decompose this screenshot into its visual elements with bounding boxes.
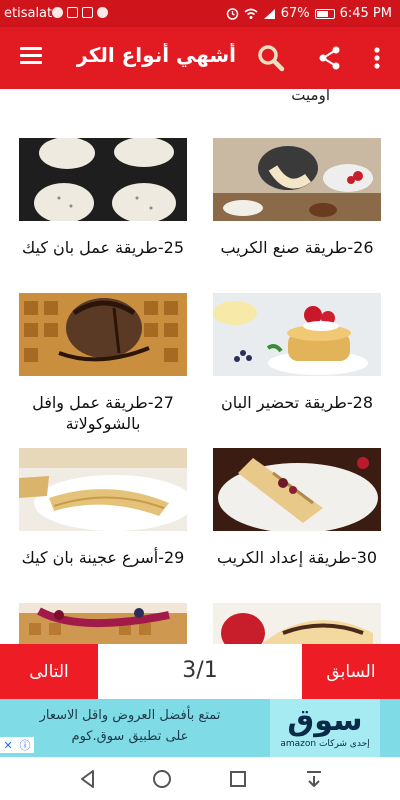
recipe-card-label: 28-طريقة تحضير البان bbox=[220, 393, 374, 412]
recipe-card-partial-left[interactable] bbox=[19, 603, 187, 644]
battery-percent: 67% bbox=[280, 6, 310, 21]
recipe-list: أوميت 26-طريقة صنع الكريب 25-طريقة عمل ب… bbox=[0, 89, 400, 644]
alarm-icon bbox=[226, 8, 238, 20]
ad-text: تمتع بأفضل العروض واقل الاسعار على تطبيق… bbox=[30, 705, 230, 747]
app-bar: أشهي أنواع الكري... bbox=[0, 27, 400, 89]
recipe-card-partial-right[interactable] bbox=[213, 603, 381, 644]
recipe-card-30[interactable]: 30-طريقة إعداد الكريب bbox=[213, 448, 381, 568]
previous-button[interactable]: السابق bbox=[302, 644, 400, 699]
signal-icon bbox=[263, 8, 275, 19]
image-notification-icon bbox=[67, 7, 78, 18]
more-vert-icon[interactable] bbox=[362, 43, 392, 73]
home-icon[interactable] bbox=[150, 767, 174, 791]
status-bar: etisalat 67% 6:45 PM bbox=[0, 0, 400, 27]
wifi-icon bbox=[244, 8, 258, 19]
menu-icon[interactable] bbox=[20, 47, 42, 65]
folded-crepes-photo bbox=[19, 448, 187, 531]
carrier-name: etisalat bbox=[4, 6, 53, 21]
status-indicators: 67% 6:45 PM bbox=[226, 6, 392, 21]
crepe-roll-photo bbox=[213, 448, 381, 531]
recipe-card-label: 26-طريقة صنع الكريب bbox=[220, 238, 374, 257]
ad-info-icon[interactable]: ⓘ bbox=[20, 737, 31, 753]
recipe-card-label: 25-طريقة عمل بان كيك bbox=[22, 238, 184, 257]
ad-brand-sub: إحدى شركات amazon bbox=[280, 739, 370, 749]
recipe-card-27[interactable]: 27-طريقة عمل وافل بالشوكولاتة bbox=[19, 293, 187, 434]
back-icon[interactable] bbox=[76, 767, 100, 791]
notification-icon[interactable] bbox=[302, 767, 326, 791]
clock: 6:45 PM bbox=[339, 6, 392, 21]
crepe-plate-photo bbox=[213, 603, 381, 644]
battery-icon bbox=[314, 8, 335, 19]
recipe-card-label: 30-طريقة إعداد الكريب bbox=[216, 548, 378, 567]
ad-banner[interactable]: تمتع بأفضل العروض واقل الاسعار على تطبيق… bbox=[0, 699, 400, 757]
ad-text-line1: تمتع بأفضل العروض واقل الاسعار bbox=[39, 708, 221, 723]
app-notification-icon bbox=[52, 7, 63, 18]
recipe-card-label: 29-أسرع عجينة بان كيك bbox=[21, 548, 185, 567]
waffle-berries-photo bbox=[19, 603, 187, 644]
pager: التالى 3/1 السابق bbox=[0, 644, 400, 699]
pancake-stack-berries-photo bbox=[213, 293, 381, 376]
ad-brand-logo: سوق إحدى شركات amazon bbox=[270, 699, 380, 757]
ad-close-icon[interactable]: ✕ bbox=[3, 739, 12, 752]
recipe-card-29[interactable]: 29-أسرع عجينة بان كيك bbox=[19, 448, 187, 568]
recents-icon[interactable] bbox=[226, 767, 250, 791]
ad-brand-name: سوق bbox=[287, 703, 363, 738]
previous-item-label: أوميت bbox=[291, 89, 330, 104]
next-button[interactable]: التالى bbox=[0, 644, 98, 699]
recipe-card-label: 27-طريقة عمل وافل بالشوكولاتة bbox=[32, 393, 174, 433]
page-title: أشهي أنواع الكري... bbox=[76, 43, 236, 67]
notification-icons bbox=[52, 7, 108, 18]
page-indicator: 3/1 bbox=[182, 658, 218, 683]
ad-text-line2: على تطبيق سوق.كوم bbox=[71, 729, 189, 744]
search-icon[interactable] bbox=[256, 43, 286, 73]
pancakes-griddle-photo bbox=[19, 138, 187, 221]
system-nav-bar bbox=[0, 757, 400, 800]
recipe-card-28[interactable]: 28-طريقة تحضير البان bbox=[213, 293, 381, 413]
sim-notification-icon bbox=[82, 7, 93, 18]
whatsapp-icon bbox=[97, 7, 108, 18]
waffle-icecream-photo bbox=[19, 293, 187, 376]
recipe-card-26[interactable]: 26-طريقة صنع الكريب bbox=[213, 138, 381, 258]
crepe-pan-photo bbox=[213, 138, 381, 221]
adchoices-icon[interactable]: ✕ ⓘ bbox=[0, 737, 34, 753]
share-icon[interactable] bbox=[315, 43, 345, 73]
recipe-card-25[interactable]: 25-طريقة عمل بان كيك bbox=[19, 138, 187, 258]
